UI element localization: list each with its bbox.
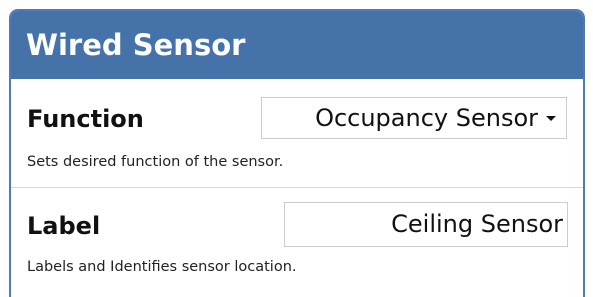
function-setting-row: Function Occupancy Sensor Sets desired f… [11, 79, 583, 188]
label-description: Labels and Identifies sensor location. [27, 259, 297, 275]
function-label: Function [27, 105, 144, 133]
function-select-value: Occupancy Sensor [315, 104, 538, 132]
label-input[interactable]: Ceiling Sensor [284, 202, 568, 247]
label-setting-row: Label Ceiling Sensor Labels and Identifi… [11, 188, 583, 296]
panel-title: Wired Sensor [11, 11, 583, 79]
function-select[interactable]: Occupancy Sensor [261, 97, 567, 139]
label-label: Label [27, 212, 101, 240]
wired-sensor-panel: Wired Sensor Function Occupancy Sensor S… [9, 9, 585, 297]
function-description: Sets desired function of the sensor. [27, 154, 284, 170]
caret-down-icon [546, 116, 556, 121]
